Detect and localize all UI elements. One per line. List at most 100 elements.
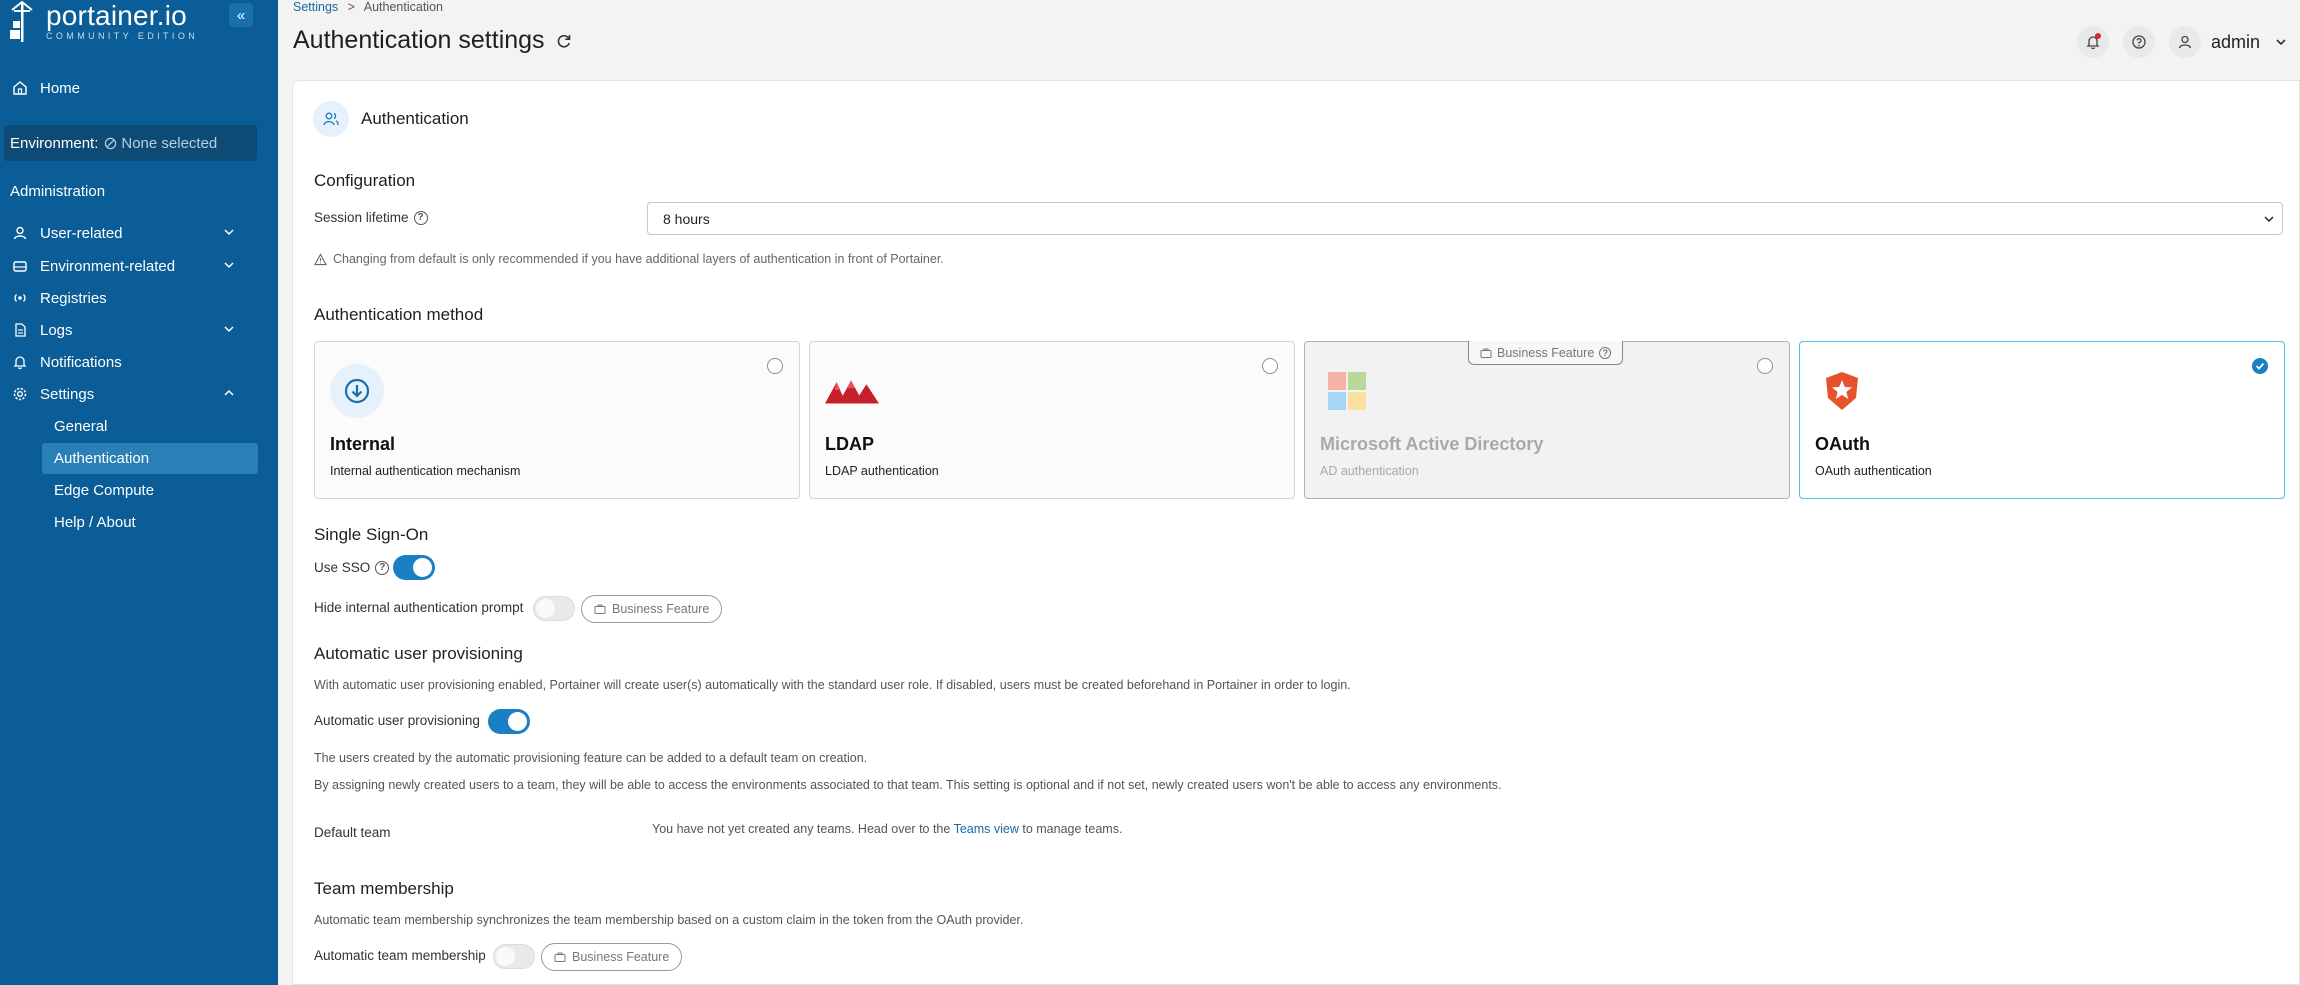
file-icon — [0, 322, 40, 338]
breadcrumb-current: Authentication — [363, 0, 443, 14]
provisioning-note-2: By assigning newly created users to a te… — [314, 778, 1502, 792]
refresh-icon[interactable] — [555, 32, 573, 50]
briefcase-icon — [1480, 348, 1492, 358]
authentication-card: Authentication Configuration Session lif… — [292, 80, 2300, 985]
use-sso-toggle[interactable] — [393, 555, 435, 580]
sidebar-item-logs[interactable]: Logs — [0, 316, 262, 344]
sidebar-item-label: User-related — [40, 224, 123, 242]
provisioning-toggle[interactable] — [488, 709, 530, 734]
breadcrumb-separator: > — [347, 0, 355, 14]
session-lifetime-label: Session lifetime ? — [314, 210, 428, 225]
auth-option-radio[interactable] — [1262, 358, 1278, 374]
help-button[interactable] — [2122, 26, 2155, 58]
collapse-sidebar-button[interactable]: « — [229, 3, 253, 27]
auth-option-title: Microsoft Active Directory — [1320, 434, 1544, 454]
users-icon — [313, 101, 349, 137]
sidebar-item-user-related[interactable]: User-related — [0, 219, 262, 247]
auth-option-subtitle: LDAP authentication — [825, 464, 939, 478]
alert-triangle-icon — [314, 252, 327, 265]
help-icon — [2132, 35, 2146, 49]
session-warning: Changing from default is only recommende… — [314, 252, 944, 266]
business-feature-text: Business Feature — [1497, 345, 1595, 360]
sidebar-item-home[interactable]: Home — [0, 74, 262, 102]
hide-internal-prompt-toggle — [533, 596, 575, 621]
provisioning-note-1: The users created by the automatic provi… — [314, 751, 868, 765]
bell-icon — [0, 354, 40, 370]
oauth-shield-icon — [1815, 364, 1869, 418]
auth-option-ldap[interactable]: LDAP LDAP authentication — [809, 341, 1295, 499]
session-lifetime-select[interactable]: 8 hours — [647, 202, 2283, 235]
sidebar-subitem-general[interactable]: General — [42, 411, 258, 442]
portainer-logo[interactable]: portainer.io COMMUNITY EDITION — [8, 0, 198, 46]
card-header: Authentication — [313, 101, 469, 137]
auth-option-radio-checked[interactable] — [2252, 358, 2268, 374]
help-icon[interactable]: ? — [1599, 346, 1612, 359]
sidebar: portainer.io COMMUNITY EDITION « Home En… — [0, 0, 278, 985]
sidebar-item-label: Notifications — [40, 353, 122, 371]
team-membership-description: Automatic team membership synchronizes t… — [314, 913, 1024, 927]
portainer-crane-icon — [10, 0, 33, 42]
user-icon — [0, 225, 40, 241]
user-icon — [2178, 35, 2192, 49]
session-warning-text: Changing from default is only recommende… — [333, 252, 944, 266]
help-icon[interactable]: ? — [375, 560, 390, 575]
auth-option-radio[interactable] — [767, 358, 783, 374]
hide-internal-prompt-label: Hide internal authentication prompt — [314, 600, 524, 615]
team-membership-toggle — [493, 944, 535, 969]
hdd-icon — [0, 258, 40, 274]
business-feature-badge[interactable]: Business Feature — [541, 943, 683, 971]
session-lifetime-value: 8 hours — [663, 210, 710, 227]
session-lifetime-text: Session lifetime — [314, 210, 409, 225]
sidebar-section-administration: Administration — [10, 183, 106, 200]
briefcase-icon — [554, 952, 566, 962]
sso-heading: Single Sign-On — [314, 525, 429, 544]
chevron-down-icon — [224, 262, 234, 269]
default-team-label: Default team — [314, 825, 391, 840]
auth-option-title: LDAP — [825, 434, 874, 454]
auth-option-microsoft-ad: Business Feature ? Microsoft Active Dire… — [1304, 341, 1790, 499]
sidebar-subitem-authentication[interactable]: Authentication — [42, 443, 258, 474]
sidebar-item-registries[interactable]: Registries — [0, 284, 262, 312]
business-feature-badge[interactable]: Business Feature — [581, 595, 723, 623]
internal-download-icon — [330, 364, 384, 418]
auth-option-title: OAuth — [1815, 434, 1870, 454]
auth-option-oauth[interactable]: OAuth OAuth authentication — [1799, 341, 2285, 499]
auth-option-internal[interactable]: Internal Internal authentication mechani… — [314, 341, 800, 499]
sidebar-item-label: Environment-related — [40, 257, 176, 275]
business-feature-badge[interactable]: Business Feature ? — [1468, 341, 1624, 365]
check-icon — [2255, 362, 2265, 370]
card-title: Authentication — [361, 109, 469, 128]
breadcrumb: Settings > Authentication — [293, 0, 443, 14]
user-avatar[interactable] — [2168, 26, 2201, 58]
ldap-logo-icon — [825, 364, 879, 418]
breadcrumb-settings-link[interactable]: Settings — [293, 0, 338, 14]
help-icon[interactable]: ? — [413, 210, 428, 225]
sidebar-item-environment-related[interactable]: Environment-related — [0, 252, 262, 280]
auth-option-title: Internal — [330, 434, 396, 454]
microsoft-logo-icon — [1320, 364, 1374, 418]
sidebar-subitem-edge-compute[interactable]: Edge Compute — [42, 475, 258, 506]
auth-option-subtitle: OAuth authentication — [1815, 464, 1932, 478]
team-membership-toggle-label: Automatic team membership — [314, 948, 486, 963]
default-team-pre: You have not yet created any teams. Head… — [652, 822, 951, 836]
sidebar-item-settings[interactable]: Settings — [0, 380, 262, 408]
chevron-up-icon — [224, 389, 234, 396]
sidebar-item-label: Home — [40, 79, 81, 97]
chevron-down-icon[interactable] — [2274, 35, 2288, 49]
user-name[interactable]: admin — [2211, 32, 2260, 53]
environment-selector[interactable]: Environment: None selected — [4, 125, 257, 161]
user-toolbar: admin — [2063, 26, 2300, 58]
configuration-heading: Configuration — [314, 171, 416, 190]
notification-dot — [2094, 33, 2101, 39]
business-feature-text: Business Feature — [612, 602, 710, 616]
teams-view-link[interactable]: Teams view — [954, 822, 1019, 836]
sidebar-subitem-help-about[interactable]: Help / About — [42, 507, 258, 538]
default-team-post: to manage teams. — [1022, 822, 1123, 836]
provisioning-toggle-label: Automatic user provisioning — [314, 713, 480, 728]
sidebar-item-label: Settings — [40, 385, 95, 403]
notifications-button[interactable] — [2076, 26, 2109, 58]
sidebar-item-notifications[interactable]: Notifications — [0, 348, 262, 376]
page-title-text: Authentication settings — [293, 26, 545, 54]
chevron-down-icon — [2264, 216, 2274, 223]
auth-option-subtitle: AD authentication — [1320, 464, 1419, 478]
